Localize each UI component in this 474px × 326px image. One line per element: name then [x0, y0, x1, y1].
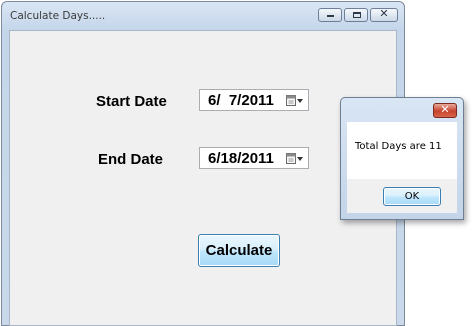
form-client-area: Start Date 6/ 7/2011 End Date 6/18/2011: [9, 30, 397, 326]
message-close-button[interactable]: ✕: [433, 103, 457, 118]
message-body: Total Days are 11: [347, 122, 457, 179]
calculate-button[interactable]: Calculate: [198, 234, 280, 267]
close-icon: ✕: [440, 103, 450, 116]
start-date-picker[interactable]: 6/ 7/2011: [199, 89, 309, 111]
end-date-label: End Date: [98, 151, 164, 168]
end-date-value: 6/18/2011: [208, 150, 274, 167]
message-footer: OK: [347, 179, 457, 213]
calendar-dropdown-icon[interactable]: [286, 152, 304, 165]
window-title: Calculate Days.....: [10, 10, 106, 22]
ok-button[interactable]: OK: [383, 187, 441, 206]
start-date-value: 6/ 7/2011: [208, 92, 274, 109]
minimize-button[interactable]: [318, 8, 342, 22]
message-text: Total Days are 11: [355, 141, 442, 152]
caption-buttons: ✕: [318, 7, 398, 22]
maximize-button[interactable]: [344, 8, 368, 22]
start-date-label: Start Date: [96, 93, 167, 110]
message-box: ✕ Total Days are 11 OK: [340, 97, 464, 220]
minimize-icon: [327, 15, 334, 17]
end-date-picker[interactable]: 6/18/2011: [199, 147, 309, 169]
main-titlebar[interactable]: Calculate Days..... ✕: [2, 2, 404, 30]
close-icon: ✕: [379, 7, 389, 20]
calendar-dropdown-icon[interactable]: [286, 94, 304, 107]
maximize-icon: [353, 12, 361, 18]
close-button[interactable]: ✕: [370, 7, 398, 22]
